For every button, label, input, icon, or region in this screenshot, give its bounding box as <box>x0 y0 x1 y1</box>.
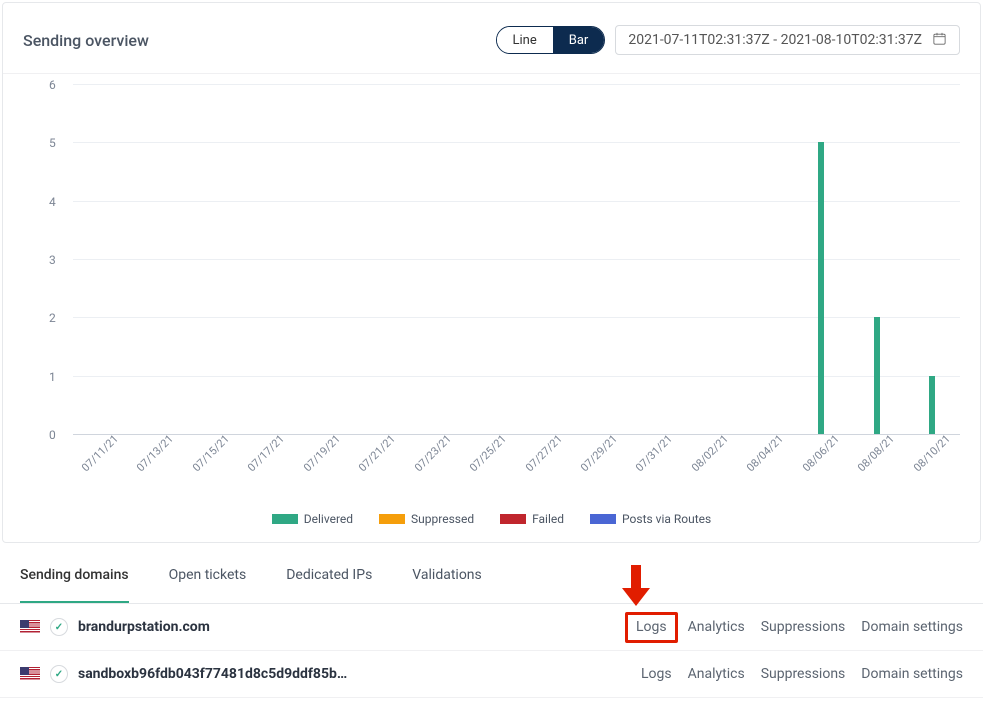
toggle-bar[interactable]: Bar <box>553 27 605 53</box>
chart-area: 0123456 07/11/2107/13/2107/15/2107/17/21… <box>3 74 980 464</box>
bar-slot <box>905 84 960 434</box>
legend-item[interactable]: Delivered <box>272 512 353 526</box>
settings-link[interactable]: Domain settings <box>861 666 963 682</box>
legend-item[interactable]: Suppressed <box>379 512 474 526</box>
y-tick-label: 1 <box>49 370 56 384</box>
bar-delivered[interactable] <box>818 142 824 434</box>
bar-slot <box>627 84 682 434</box>
bar-slot <box>295 84 350 434</box>
logs-link[interactable]: Logs <box>641 666 672 682</box>
calendar-icon <box>932 31 947 50</box>
tab-open-tickets[interactable]: Open tickets <box>169 567 247 603</box>
bar-slot <box>128 84 183 434</box>
flag-us-icon <box>20 667 40 681</box>
suppressions-link[interactable]: Suppressions <box>761 666 846 682</box>
legend-swatch <box>590 514 616 524</box>
bar-slot <box>794 84 849 434</box>
logs-link[interactable]: Logs <box>625 612 678 643</box>
bar-delivered[interactable] <box>874 317 880 434</box>
legend-swatch <box>500 514 526 524</box>
gridline: 0 <box>73 434 960 435</box>
legend-label: Failed <box>532 512 564 526</box>
annotation-arrow-icon <box>616 560 656 610</box>
suppressions-link[interactable]: Suppressions <box>761 619 846 636</box>
bar-slot <box>517 84 572 434</box>
tab-validations[interactable]: Validations <box>412 567 481 603</box>
legend-item[interactable]: Failed <box>500 512 564 526</box>
toggle-line[interactable]: Line <box>497 27 553 53</box>
analytics-link[interactable]: Analytics <box>688 666 745 682</box>
date-range-text: 2021-07-11T02:31:37Z - 2021-08-10T02:31:… <box>628 32 922 48</box>
domain-tabs: Sending domains Open tickets Dedicated IPs… <box>0 543 983 604</box>
status-verified-icon: ✓ <box>50 665 68 683</box>
y-tick-label: 3 <box>49 253 56 267</box>
bar-slot <box>350 84 405 434</box>
flag-us-icon <box>20 620 40 634</box>
domain-name[interactable]: brandurpstation.com <box>78 619 210 635</box>
chart-legend: Delivered Suppressed Failed Posts via Route… <box>3 464 980 542</box>
date-range-picker[interactable]: 2021-07-11T02:31:37Z - 2021-08-10T02:31:… <box>615 25 960 55</box>
tab-sending-domains[interactable]: Sending domains <box>20 567 129 603</box>
chart-plot: 0123456 <box>73 84 960 434</box>
bar-slot <box>461 84 516 434</box>
bar-slot <box>572 84 627 434</box>
bar-slot <box>184 84 239 434</box>
legend-item[interactable]: Posts via Routes <box>590 512 711 526</box>
bars-container <box>73 84 960 434</box>
y-tick-label: 5 <box>49 136 56 150</box>
legend-label: Delivered <box>304 512 353 526</box>
bar-slot <box>239 84 294 434</box>
status-verified-icon: ✓ <box>50 618 68 636</box>
bar-slot <box>406 84 461 434</box>
legend-swatch <box>379 514 405 524</box>
y-tick-label: 4 <box>49 195 56 209</box>
settings-link[interactable]: Domain settings <box>861 619 963 636</box>
sending-overview-panel: Sending overview Line Bar 2021-07-11T02:… <box>2 2 981 543</box>
chart-type-toggle: Line Bar <box>496 26 606 54</box>
legend-swatch <box>272 514 298 524</box>
bar-slot <box>849 84 904 434</box>
bar-slot <box>738 84 793 434</box>
table-row: ✓ sandboxb96fdb043f77481d8c5d9ddf85b… Logs… <box>0 651 983 698</box>
analytics-link[interactable]: Analytics <box>688 619 745 636</box>
y-tick-label: 6 <box>49 78 56 92</box>
legend-label: Posts via Routes <box>622 512 711 526</box>
row-links: Logs Analytics Suppressions Domain settings <box>641 666 963 682</box>
bar-slot <box>683 84 738 434</box>
bar-slot <box>73 84 128 434</box>
domain-name[interactable]: sandboxb96fdb043f77481d8c5d9ddf85b… <box>78 666 347 682</box>
y-tick-label: 2 <box>49 311 56 325</box>
panel-title: Sending overview <box>23 31 149 50</box>
table-row: ✓ brandurpstation.com Logs Analytics Suppres… <box>0 604 983 651</box>
tab-dedicated-ips[interactable]: Dedicated IPs <box>286 567 372 603</box>
y-tick-label: 0 <box>49 428 56 442</box>
legend-label: Suppressed <box>411 512 474 526</box>
bar-delivered[interactable] <box>929 376 935 434</box>
row-links: LogsAnalyticsSuppressionsDomain settings <box>631 619 963 636</box>
x-axis-labels: 07/11/2107/13/2107/15/2107/17/2107/19/21… <box>73 453 960 466</box>
panel-header: Sending overview Line Bar 2021-07-11T02:… <box>3 3 980 74</box>
domain-list: ✓ brandurpstation.com Logs Analytics Suppres… <box>0 604 983 698</box>
